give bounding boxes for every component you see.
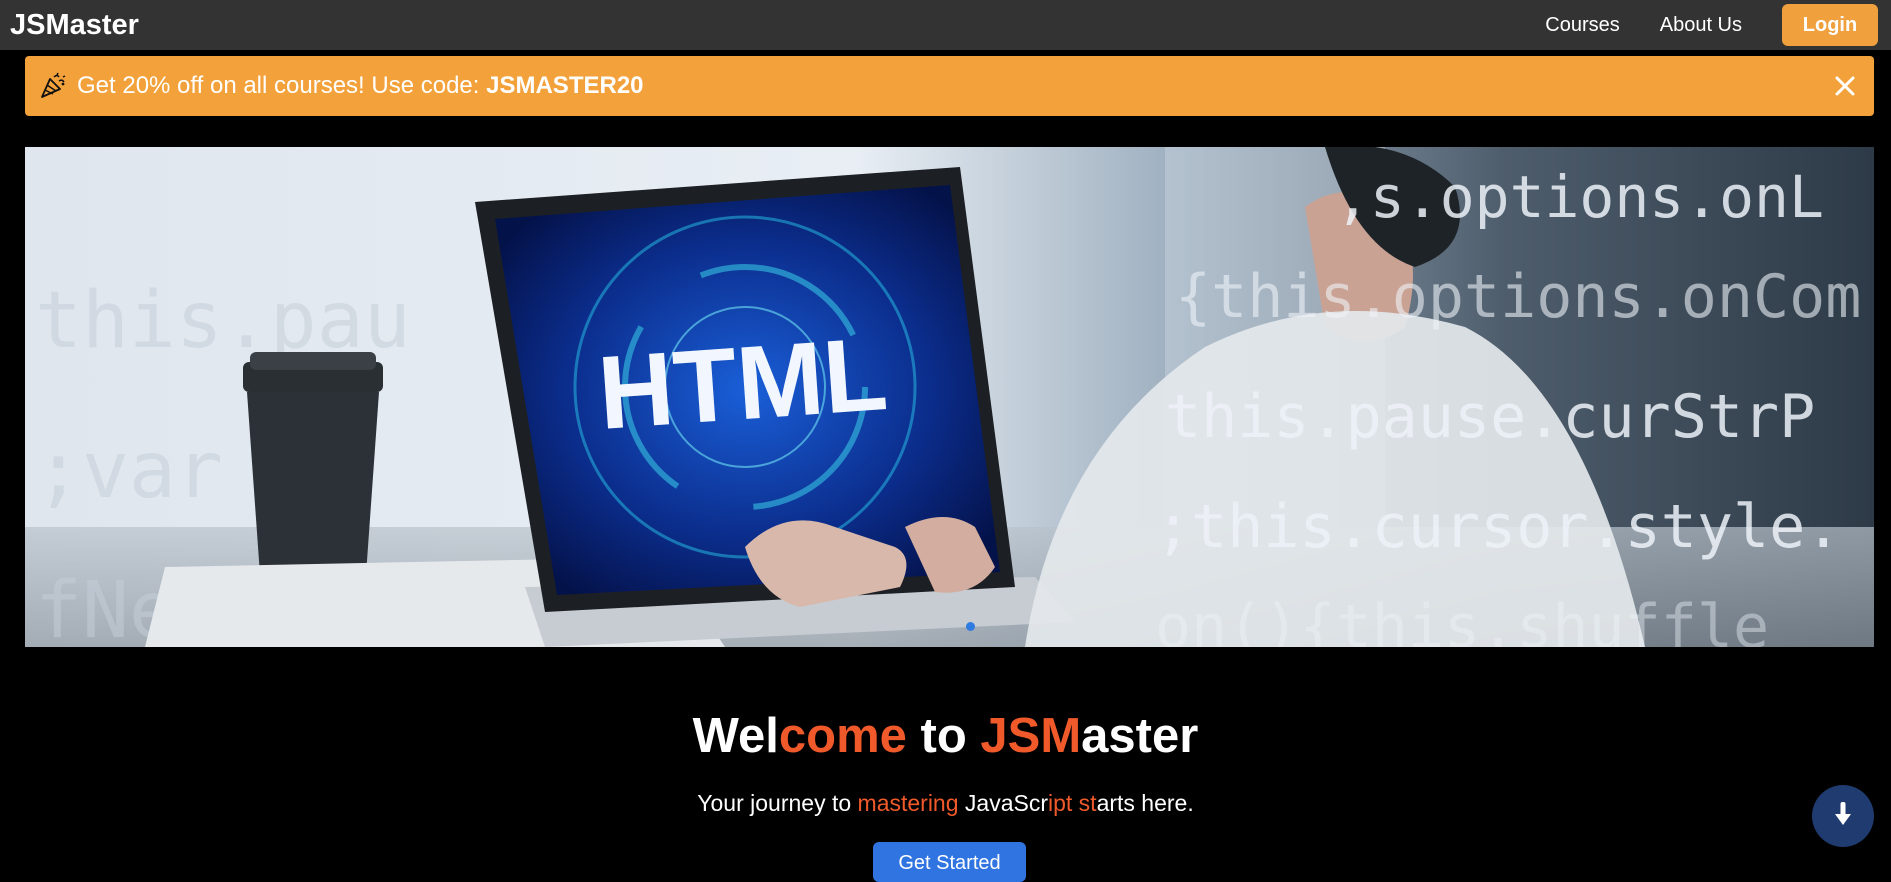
welcome-part-3: to [906,709,981,763]
tagline-part-4: ipt st [1048,790,1097,816]
tagline: Your journey to mastering JavaScript sta… [0,786,1891,820]
overlay-code-line-3: this.pause.curStrP [1165,382,1815,452]
get-started-button[interactable]: Get Started [873,842,1026,882]
overlay-code-line-4: ;this.cursor.style. [1155,492,1841,562]
welcome-part-4: JSM [980,709,1082,763]
party-popper-icon [39,72,67,100]
overlay-code-line-2: {this.options.onCom [1175,262,1861,332]
tagline-part-5: arts here. [1096,790,1194,816]
nav-links: Courses About Us Login [1545,4,1881,46]
welcome-part-2: come [778,709,907,763]
hero-carousel: this.pau ;var c fNee HTML ,s.options.onL… [25,147,1874,647]
welcome-part-5: aster [1081,709,1199,763]
promo-message: Get 20% off on all courses! Use code: [77,72,487,99]
tagline-part-1: Your journey to [697,790,858,816]
overlay-code-line-1: ,s.options.onL [1335,163,1824,231]
overlay-code-line-5: on(){this.shuffle [1155,592,1769,647]
promo-banner: Get 20% off on all courses! Use code: JS… [25,56,1874,116]
tagline-part-2: mastering [857,790,959,816]
nav-link-about-us[interactable]: About Us [1660,14,1742,37]
hero-image: this.pau ;var c fNee HTML ,s.options.onL… [25,147,1874,647]
welcome-heading: Welcome to JSMaster [0,700,1891,772]
close-icon[interactable] [1830,71,1860,101]
nav-link-courses[interactable]: Courses [1545,14,1619,37]
tagline-part-3: JavaScr [958,790,1048,816]
brand-logo[interactable]: JSMaster [10,9,139,42]
login-button[interactable]: Login [1782,4,1878,46]
scroll-down-button[interactable] [1812,785,1874,847]
promo-code: JSMASTER20 [486,72,644,99]
navbar: JSMaster Courses About Us Login [0,0,1891,50]
arrow-down-icon [1833,801,1853,832]
promo-text: Get 20% off on all courses! Use code: JS… [77,72,644,100]
carousel-indicator-dot[interactable] [966,622,975,631]
welcome-part-1: Wel [692,709,779,763]
laptop-screen-text: HTML [595,316,891,452]
